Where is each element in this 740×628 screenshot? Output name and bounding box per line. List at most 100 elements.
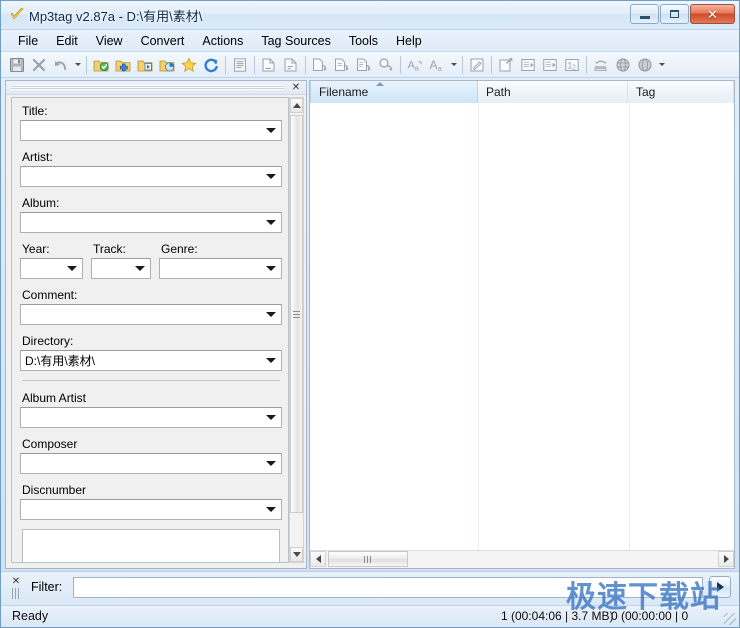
menu-convert[interactable]: Convert	[132, 31, 194, 51]
title-dropdown-arrow[interactable]	[264, 121, 278, 140]
horizontal-scrollbar-thumb[interactable]	[328, 551, 408, 567]
toolbar-separator	[305, 56, 306, 74]
discnumber-input[interactable]	[20, 499, 282, 520]
tag-panel-drag-handle[interactable]	[11, 85, 284, 90]
case-conversion-button[interactable]: Aa	[404, 54, 426, 76]
auto-numbering-button[interactable]	[517, 54, 539, 76]
toolbar-separator	[86, 56, 87, 74]
filter-bar: ✕ Filter:	[1, 571, 739, 605]
add-files-button[interactable]	[134, 54, 156, 76]
add-directory-button[interactable]	[112, 54, 134, 76]
chevron-down-icon	[266, 266, 276, 271]
auto-numbering-2-button[interactable]	[539, 54, 561, 76]
status-selection-stats: 1 (00:04:06 | 3.7 MB)	[501, 609, 614, 623]
tag-sources-dropdown-arrow[interactable]	[656, 54, 667, 76]
discogs-button[interactable]	[634, 54, 656, 76]
refresh-button[interactable]	[200, 54, 222, 76]
filter-close-icon[interactable]: ✕	[10, 576, 22, 587]
file-list-button[interactable]	[229, 54, 251, 76]
tag-to-filename-button[interactable]	[258, 54, 280, 76]
chevron-down-icon	[67, 266, 77, 271]
tag-panel-close-icon[interactable]: ✕	[290, 82, 302, 93]
artist-input[interactable]	[20, 166, 282, 187]
grip-icon	[364, 556, 372, 563]
scrollbar-thumb[interactable]	[290, 115, 303, 513]
artist-dropdown-arrow[interactable]	[264, 167, 278, 186]
tag-sources-button[interactable]	[612, 54, 634, 76]
column-header-filename[interactable]: Filename	[310, 81, 478, 103]
save-button[interactable]	[6, 54, 28, 76]
file-list-body[interactable]	[310, 103, 734, 550]
filter-drag-handle[interactable]	[12, 588, 20, 599]
chevron-down-icon	[266, 415, 276, 420]
scroll-right-button[interactable]	[718, 551, 734, 567]
replace-number-button[interactable]: 12	[561, 54, 583, 76]
remove-tag-button[interactable]	[495, 54, 517, 76]
year-input[interactable]	[20, 258, 83, 279]
album-artist-dropdown-arrow[interactable]	[264, 408, 278, 427]
menu-tools[interactable]: Tools	[340, 31, 387, 51]
column-header-path[interactable]: Path	[478, 81, 628, 103]
comment-dropdown-arrow[interactable]	[264, 305, 278, 324]
resize-grip-icon[interactable]	[724, 613, 736, 625]
scroll-left-button[interactable]	[310, 551, 326, 567]
actions-quick-button[interactable]	[375, 54, 397, 76]
discnumber-dropdown-arrow[interactable]	[264, 500, 278, 519]
remove-button[interactable]	[28, 54, 50, 76]
favorites-button[interactable]	[178, 54, 200, 76]
menu-actions[interactable]: Actions	[193, 31, 252, 51]
album-dropdown-arrow[interactable]	[264, 213, 278, 232]
comment-label: Comment:	[22, 288, 282, 302]
close-button[interactable]: ✕	[690, 4, 735, 24]
maximize-button[interactable]	[660, 4, 689, 24]
scroll-down-button[interactable]	[290, 547, 303, 562]
chevron-down-icon	[75, 63, 81, 66]
track-dropdown-arrow[interactable]	[133, 259, 147, 278]
album-artist-input[interactable]	[20, 407, 282, 428]
column-label-tag: Tag	[636, 85, 655, 99]
composer-input[interactable]	[20, 453, 282, 474]
minimize-button[interactable]	[630, 4, 659, 24]
album-input[interactable]	[20, 212, 282, 233]
column-header-tag[interactable]: Tag	[628, 81, 734, 103]
format-value-button[interactable]: Aa	[426, 54, 448, 76]
edit-tag-button[interactable]	[466, 54, 488, 76]
chevron-down-icon	[266, 358, 276, 363]
menu-help[interactable]: Help	[387, 31, 431, 51]
genre-label: Genre:	[161, 242, 282, 256]
chevron-down-icon	[266, 507, 276, 512]
chevron-right-icon	[724, 555, 729, 563]
filename-to-tag-button[interactable]	[280, 54, 302, 76]
genre-dropdown-arrow[interactable]	[264, 259, 278, 278]
filter-input[interactable]	[73, 577, 703, 598]
cover-art-placeholder[interactable]	[22, 529, 280, 563]
genre-input[interactable]	[159, 258, 282, 279]
directory-dropdown-arrow[interactable]	[264, 351, 278, 370]
year-track-genre-inputs	[20, 258, 282, 288]
title-input[interactable]	[20, 120, 282, 141]
actions-dropdown-arrow[interactable]	[448, 54, 459, 76]
textfile-to-tag-button[interactable]	[331, 54, 353, 76]
file-list-horizontal-scrollbar[interactable]	[310, 550, 734, 568]
menu-tag-sources[interactable]: Tag Sources	[252, 31, 339, 51]
apply-filter-button[interactable]	[709, 576, 731, 598]
directory-value: D:\有用\素材\	[25, 353, 263, 369]
composer-dropdown-arrow[interactable]	[264, 454, 278, 473]
tag-to-tag-button[interactable]	[353, 54, 375, 76]
comment-input[interactable]	[20, 304, 282, 325]
directory-input[interactable]: D:\有用\素材\	[20, 350, 282, 371]
tag-panel-header[interactable]: ✕	[6, 81, 306, 95]
year-dropdown-arrow[interactable]	[65, 259, 79, 278]
create-playlist-button[interactable]	[590, 54, 612, 76]
change-directory-button[interactable]	[90, 54, 112, 76]
open-playlist-button[interactable]	[156, 54, 178, 76]
menu-view[interactable]: View	[87, 31, 132, 51]
track-input[interactable]	[91, 258, 151, 279]
scroll-up-button[interactable]	[290, 98, 303, 113]
undo-dropdown-arrow[interactable]	[72, 54, 83, 76]
tag-panel-scrollbar[interactable]	[289, 97, 304, 563]
undo-button[interactable]	[50, 54, 72, 76]
menu-edit[interactable]: Edit	[47, 31, 87, 51]
filename-to-filename-button[interactable]	[309, 54, 331, 76]
menu-file[interactable]: File	[9, 31, 47, 51]
